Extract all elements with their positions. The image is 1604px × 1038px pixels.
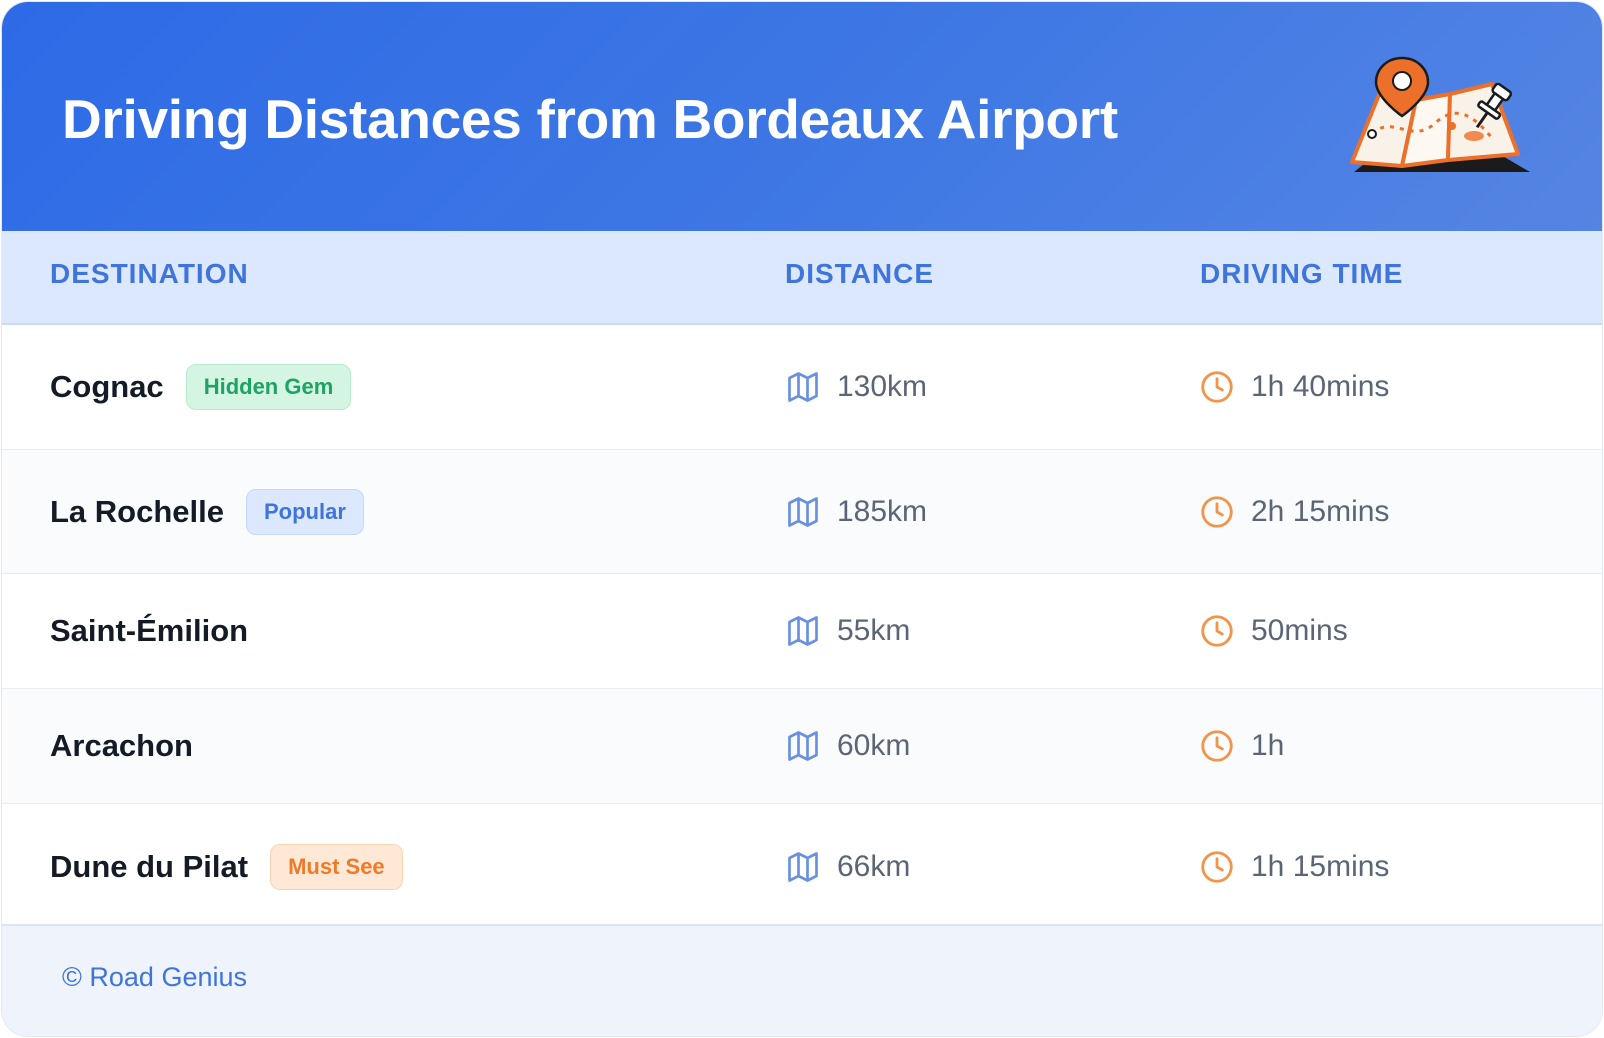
table-row: La Rochelle Popular 185km 2h 15mins (2, 450, 1602, 574)
time-value: 1h 40mins (1251, 370, 1390, 403)
table-header: DESTINATION DISTANCE DRIVING TIME (2, 231, 1602, 325)
destination-name: La Rochelle (50, 493, 224, 529)
distance-cell: 130km (785, 325, 927, 449)
clock-icon (1201, 371, 1233, 403)
destination-cell: Saint-Émilion (50, 574, 248, 688)
column-header-driving-time: DRIVING TIME (1200, 258, 1404, 289)
page-title: Driving Distances from Bordeaux Airport (62, 88, 1118, 150)
distance-card: Driving Distances from Bordeaux Airport (2, 2, 1602, 1036)
time-cell: 50mins (1199, 574, 1348, 688)
distance-value: 185km (837, 494, 928, 528)
badge-hidden-gem: Hidden Gem (185, 364, 352, 410)
map-icon (788, 731, 818, 761)
distance-cell: 55km (785, 574, 910, 688)
clock-icon (1201, 850, 1233, 883)
map-icon (788, 372, 818, 402)
destination-name: Dune du Pilat (50, 848, 249, 884)
map-pin-illustration (1350, 56, 1530, 172)
distance-value: 60km (837, 729, 911, 762)
time-cell: 1h 15mins (1199, 804, 1389, 929)
time-value: 1h 15mins (1251, 849, 1390, 883)
clock-icon (1201, 495, 1233, 528)
time-cell: 1h 40mins (1199, 325, 1389, 449)
card-footer: © Road Genius (2, 924, 1602, 1036)
time-value: 50mins (1251, 614, 1348, 647)
distance-value: 130km (837, 370, 928, 403)
time-value: 2h 15mins (1251, 494, 1390, 528)
time-value: 1h (1251, 729, 1285, 762)
distance-cell: 66km (785, 804, 910, 929)
destination-cell: Arcachon (50, 689, 193, 803)
destination-cell: Cognac Hidden Gem (50, 325, 352, 449)
distance-value: 55km (837, 614, 911, 647)
destination-name: Saint-Émilion (50, 613, 249, 648)
destination-cell: La Rochelle Popular (50, 450, 364, 573)
clock-icon (1201, 615, 1233, 647)
footer-credit: © Road Genius (62, 962, 247, 992)
time-cell: 1h (1199, 689, 1284, 803)
table-body: Cognac Hidden Gem 130km 1h 40mins La Roc… (2, 325, 1602, 929)
distance-value: 66km (837, 849, 911, 883)
destination-name: Cognac (50, 369, 164, 404)
map-icon (788, 616, 818, 646)
table-row: Dune du Pilat Must See 66km 1h 15mins (2, 804, 1602, 929)
map-icon (788, 496, 818, 527)
destination-name: Arcachon (50, 728, 193, 763)
badge-must-see: Must See (270, 843, 403, 890)
column-header-distance: DISTANCE (785, 258, 935, 289)
table-row: Cognac Hidden Gem 130km 1h 40mins (2, 325, 1602, 450)
column-header-destination: DESTINATION (50, 258, 249, 289)
clock-icon (1201, 730, 1233, 762)
distance-cell: 185km (785, 450, 927, 573)
table-row: Arcachon 60km 1h (2, 689, 1602, 804)
badge-popular: Popular (246, 488, 364, 535)
destination-cell: Dune du Pilat Must See (50, 804, 403, 929)
map-icon (788, 851, 818, 882)
card-header: Driving Distances from Bordeaux Airport (2, 2, 1602, 231)
distance-cell: 60km (785, 689, 910, 803)
time-cell: 2h 15mins (1199, 450, 1389, 573)
table-row: Saint-Émilion 55km 50mins (2, 574, 1602, 689)
